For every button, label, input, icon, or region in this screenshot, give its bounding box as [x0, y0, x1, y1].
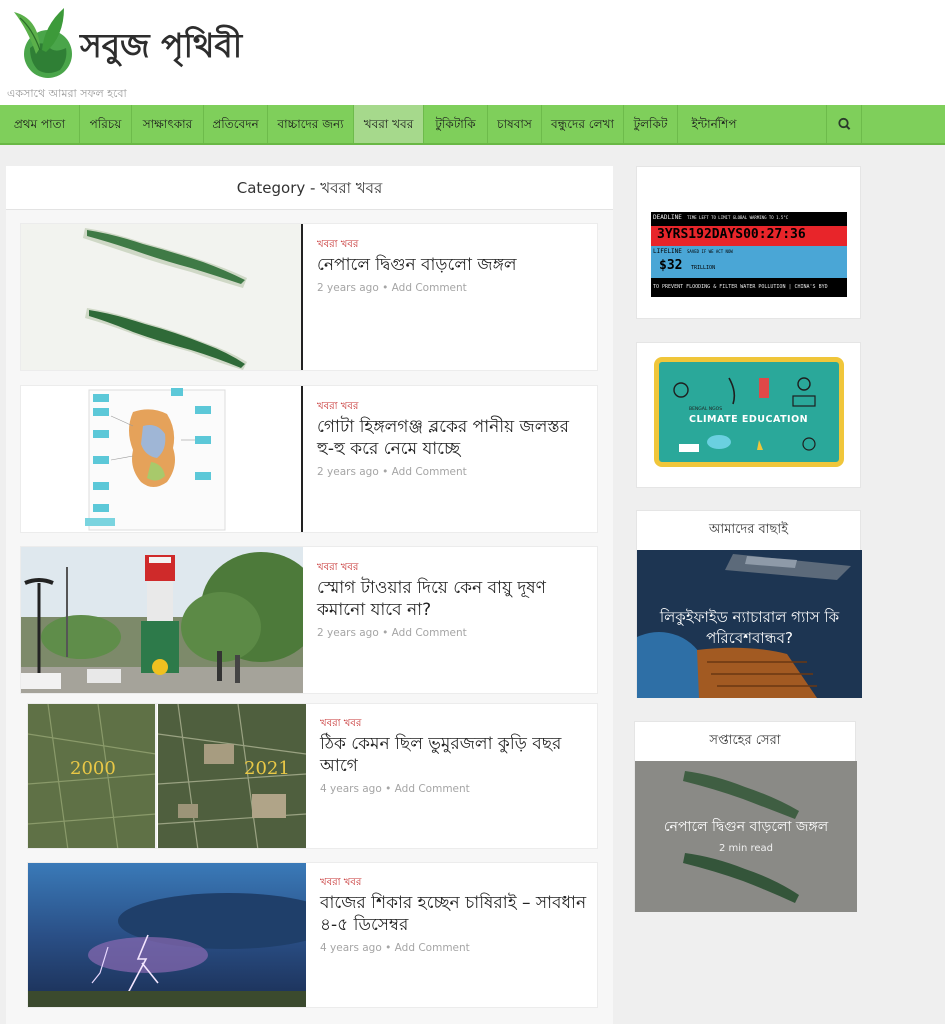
week-best-widget[interactable]: সপ্তাহের সেরা নেপালে দ্বিগুন বাড়লো জঙ্গ… — [634, 721, 857, 912]
post-age: 2 years ago — [317, 282, 379, 294]
nav-item-interview[interactable]: সাক্ষাৎকার — [132, 105, 204, 143]
site-tagline: একসাথে আমরা সফল হবো — [7, 87, 127, 100]
meta-separator: • — [385, 942, 392, 954]
post-age: 2 years ago — [317, 466, 379, 478]
climate-clock-widget[interactable]: DEADLINE TIME LEFT TO LIMIT GLOBAL WARMI… — [636, 166, 861, 319]
post-meta: 2 years ago • Add Comment — [317, 282, 467, 294]
post-thumbnail[interactable] — [21, 547, 303, 693]
climate-education-label: CLIMATE EDUCATION — [689, 414, 809, 425]
main-navigation: প্রথম পাতা পরিচয় সাক্ষাৎকার প্রতিবেদন ব… — [0, 105, 945, 145]
nav-item-internship[interactable]: ইন্টার্নশিপ — [678, 105, 750, 143]
post-meta: 2 years ago • Add Comment — [317, 627, 467, 639]
post-meta: 2 years ago • Add Comment — [317, 466, 467, 478]
our-pick-widget[interactable]: আমাদের বাছাই লিকুইফাইড ন্যাচারাল গ্যাস ক… — [636, 510, 862, 698]
week-best-image[interactable]: নেপালে দ্বিগুন বাড়লো জঙ্গল 2 min read — [635, 761, 857, 912]
lifeline-value: $32 — [659, 258, 683, 273]
post-card[interactable]: খবরা খবর গোটা হিঙ্গলগঞ্জ ব্লকের পানীয় জ… — [20, 385, 598, 533]
climate-education-banner[interactable]: BENGAL NGOS CLIMATE EDUCATION — [654, 357, 844, 467]
deadline-label: DEADLINE — [653, 214, 682, 221]
nav-item-kids[interactable]: বাচ্চাদের জন্য — [268, 105, 354, 143]
post-thumbnail[interactable] — [28, 863, 306, 1007]
lightning-storm-image — [28, 863, 306, 1007]
smog-tower-image — [21, 547, 303, 693]
post-card[interactable]: 2000 2021 খবরা খবর ঠিক কেমন ছিল ভুমুরজলা… — [27, 703, 598, 849]
climate-education-widget[interactable]: BENGAL NGOS CLIMATE EDUCATION — [636, 342, 861, 488]
meta-separator: • — [385, 783, 392, 795]
lifeline-label: LIFELINE — [653, 248, 682, 255]
nav-item-toolkit[interactable]: টুলকিট — [624, 105, 678, 143]
deadline-value: 3YRS192DAYS00:27:36 — [657, 227, 806, 242]
week-best-headline[interactable]: নেপালে দ্বিগুন বাড়লো জঙ্গল — [635, 817, 857, 838]
nav-search-button[interactable] — [826, 105, 862, 143]
nav-item-report[interactable]: প্রতিবেদন — [204, 105, 268, 143]
nav-item-miscellany[interactable]: টুকিটাকি — [424, 105, 488, 143]
lifeline-caption: SAVED IF WE ACT NOW — [687, 249, 733, 254]
add-comment-link[interactable]: Add Comment — [395, 942, 470, 954]
nav-item-home[interactable]: প্রথম পাতা — [0, 105, 80, 143]
nav-item-news[interactable]: খবরা খবর — [354, 105, 424, 143]
our-pick-title: আমাদের বাছাই — [637, 511, 860, 549]
post-category[interactable]: খবরা খবর — [320, 716, 361, 733]
week-best-title: সপ্তাহের সেরা — [635, 722, 855, 760]
post-meta: 4 years ago • Add Comment — [320, 783, 470, 795]
nav-item-farming[interactable]: চাষবাস — [488, 105, 542, 143]
meta-separator: • — [382, 282, 389, 294]
post-category[interactable]: খবরা খবর — [317, 399, 358, 416]
post-title[interactable]: ঠিক কেমন ছিল ভুমুরজলা কুড়ি বছর আগে — [320, 733, 590, 777]
site-name[interactable]: সবুজ পৃথিবী — [80, 20, 242, 76]
post-title[interactable]: গোটা হিঙ্গলগঞ্জ ব্লকের পানীয় জলস্তর হু-… — [317, 416, 587, 460]
add-comment-link[interactable]: Add Comment — [392, 282, 467, 294]
leaf-globe-logo-icon[interactable] — [8, 4, 78, 80]
post-title[interactable]: স্মোগ টাওয়ার দিয়ে কেন বায়ু দূষণ কমানো… — [317, 577, 587, 621]
climate-education-illustration — [673, 377, 816, 452]
week-best-read-time: 2 min read — [718, 843, 774, 854]
post-card[interactable]: খবরা খবর বাজের শিকার হচ্ছেন চাষিরাই – সা… — [27, 862, 598, 1008]
our-pick-image[interactable]: লিকুইফাইড ন্যাচারাল গ্যাস কি পরিবেশবান্ধ… — [637, 550, 862, 698]
post-card[interactable]: খবরা খবর নেপালে দ্বিগুন বাড়লো জঙ্গল 2 y… — [20, 223, 598, 371]
post-title[interactable]: নেপালে দ্বিগুন বাড়লো জঙ্গল — [317, 254, 587, 276]
meta-separator: • — [382, 466, 389, 478]
climate-ticker: TO PREVENT FLOODING & FILTER WATER POLLU… — [653, 284, 828, 290]
post-card[interactable]: খবরা খবর স্মোগ টাওয়ার দিয়ে কেন বায়ু দ… — [20, 546, 598, 694]
lifeline-unit: TRILLION — [691, 265, 716, 271]
climate-education-small-label: BENGAL NGOS — [689, 407, 723, 412]
year-label-right: 2021 — [244, 758, 290, 779]
year-label-left: 2000 — [70, 758, 116, 779]
post-age: 4 years ago — [320, 783, 382, 795]
meta-separator: • — [382, 627, 389, 639]
post-category[interactable]: খবরা খবর — [317, 560, 358, 577]
add-comment-link[interactable]: Add Comment — [395, 783, 470, 795]
post-meta: 4 years ago • Add Comment — [320, 942, 470, 954]
groundwater-map-image — [21, 386, 301, 532]
post-thumbnail[interactable] — [21, 224, 303, 370]
deadline-caption: TIME LEFT TO LIMIT GLOBAL WARMING TO 1.5… — [687, 215, 789, 220]
category-title: Category - খবরা খবর — [6, 166, 613, 210]
add-comment-link[interactable]: Add Comment — [392, 466, 467, 478]
nav-item-about[interactable]: পরিচয় — [80, 105, 132, 143]
add-comment-link[interactable]: Add Comment — [392, 627, 467, 639]
our-pick-headline[interactable]: লিকুইফাইড ন্যাচারাল গ্যাস কি পরিবেশবান্ধ… — [637, 607, 862, 649]
site-header: সবুজ পৃথিবী একসাথে আমরা সফল হবো — [0, 0, 945, 105]
post-title[interactable]: বাজের শিকার হচ্ছেন চাষিরাই – সাবধান ৪-৫ … — [320, 892, 590, 936]
search-icon — [838, 117, 851, 130]
post-thumbnail[interactable]: 2000 2021 — [28, 704, 306, 848]
climate-clock-banner[interactable]: DEADLINE TIME LEFT TO LIMIT GLOBAL WARMI… — [651, 212, 847, 297]
nav-item-friends-writing[interactable]: বন্ধুদের লেখা — [542, 105, 624, 143]
post-thumbnail[interactable] — [21, 386, 303, 532]
nepal-forest-map-image — [21, 224, 301, 370]
post-age: 2 years ago — [317, 627, 379, 639]
post-category[interactable]: খবরা খবর — [317, 237, 358, 254]
post-age: 4 years ago — [320, 942, 382, 954]
post-category[interactable]: খবরা খবর — [320, 875, 361, 892]
